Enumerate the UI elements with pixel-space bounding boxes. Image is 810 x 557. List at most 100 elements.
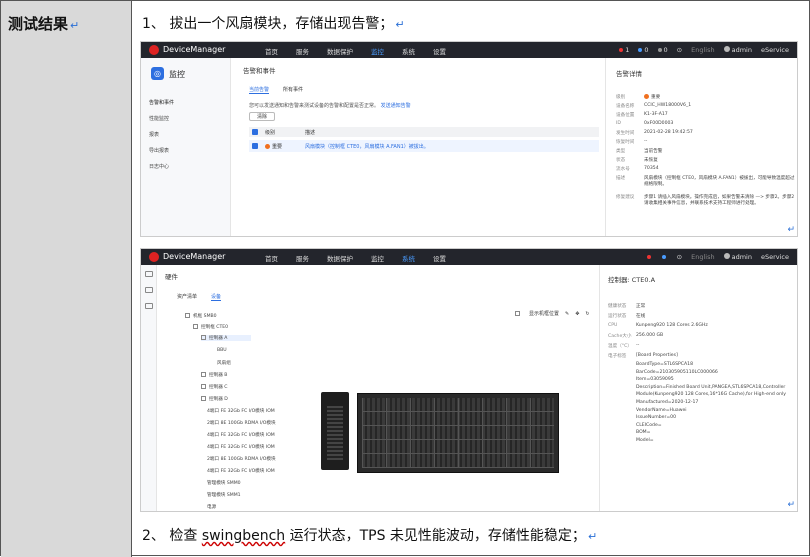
main-nav: 首页 服务 数据保护 监控 系统 设置 [265,253,446,263]
page-title: 硬件 [165,273,178,281]
detail-row: ID 0xF00D0003 [616,121,674,126]
nav-services[interactable]: 服务 [296,253,309,263]
sidebar: ◎ 监控 告警和事件 性能监控 报表 导出报表 日志中心 [141,58,231,236]
severity-icon [265,144,270,149]
detail-row: 健康状态 正常 [608,304,646,309]
detail-row: Cache大小 256.000 GB [608,333,664,339]
help-icon[interactable]: ⊙ [677,253,682,261]
tree-node-selected[interactable]: 控制器 A [201,335,251,341]
paragraph-mark: ↵ [70,19,80,32]
alarm-count[interactable]: 1 [619,46,629,54]
task-count[interactable]: 0 [638,46,649,54]
refresh-icon[interactable]: ↻ [585,311,589,317]
user-menu[interactable]: admin [723,46,752,54]
language-switch[interactable]: English [691,253,714,261]
edit-icon[interactable]: ✎ [565,311,569,317]
tree-node[interactable]: 4端口 FE 32Gb FC I/O模块 IOM [207,468,275,474]
paragraph-mark: ↵ [787,225,795,235]
tree-node[interactable]: BBU [217,348,227,353]
tree-node[interactable]: 电源 [207,504,216,510]
nav-monitor[interactable]: 监控 [371,253,384,263]
show-position-checkbox[interactable] [515,311,520,316]
detail-row: 级别 重要 [616,94,661,100]
nav-settings[interactable]: 设置 [433,46,446,56]
show-position-label: 显示机框位置 [529,311,560,317]
tree-node[interactable]: 控制器 B [201,372,227,378]
tree-node[interactable]: 机框 SMB0 [185,313,217,319]
paragraph-mark: ↵ [787,500,795,510]
tab-devices[interactable]: 设备 [211,293,222,301]
tree-node[interactable]: 管理模块 SMM0 [207,480,241,486]
storage-icon[interactable] [145,287,153,293]
tree-node[interactable]: 4端口 FE 32Gb FC I/O模块 IOM [207,408,275,414]
detail-row: 修复建议 步骤1 请插入风扇模块。操作完成后，如果告警未清除 —> 步骤2。步骤2… [616,195,795,206]
alarm-icon [619,48,624,52]
nav-home[interactable]: 首页 [265,46,278,56]
nav-monitor[interactable]: 监控 [371,46,384,56]
network-icon[interactable] [145,303,153,309]
eservice-link[interactable]: eService [761,46,789,54]
tree-node[interactable]: 控制器 D [201,396,228,402]
nav-settings[interactable]: 设置 [433,253,446,263]
huawei-logo-icon [149,45,159,55]
nav-system[interactable]: 系统 [402,46,415,56]
nav-services[interactable]: 服务 [296,46,309,56]
col-level: 级别 [265,130,276,136]
row-level: 重要 [265,143,282,150]
tree-node[interactable]: 2端口 8E 100Gb RDMA I/O模块 [207,420,276,426]
task-icon[interactable] [661,253,668,261]
screenshot-hardware: DeviceManager 首页 服务 数据保护 监控 系统 设置 ⊙ Engl… [140,248,798,512]
brand-name: DeviceManager [163,45,226,54]
notice-count[interactable]: 0 [657,46,668,54]
tree-node[interactable]: 风扇组 [217,360,231,366]
nav-system[interactable]: 系统 [402,253,415,263]
detail-row: CPU Kunpeng920 128 Cores 2.6GHz [608,323,708,328]
detail-row: 发生时间 2021-02-28 19:42:57 [616,130,693,136]
nav-data-protection[interactable]: 数据保护 [327,253,353,263]
sidebar-item-alarms[interactable]: 告警和事件 [149,99,174,106]
table-row[interactable]: 重要 风扇模块（控制框 CTE0，风扇模块 A.FAN1）被拔出。 [249,140,599,152]
hardware-icon[interactable] [145,271,153,277]
col-description: 描述 [305,130,316,136]
detail-row: 电子标签 [Board Properties] [608,353,678,359]
alarm-tabs: 当前告警 所有事件 [249,86,303,94]
nav-data-protection[interactable]: 数据保护 [327,46,353,56]
clear-button[interactable]: 清除 [249,112,275,121]
page-title: 告警和事件 [243,67,276,75]
sidebar-item-reports[interactable]: 报表 [149,131,159,138]
help-icon[interactable]: ⊙ [677,46,682,54]
tree-node[interactable]: 4端口 FE 32Gb FC I/O模块 IOM [207,444,275,450]
view-toolbar: 显示机框位置 ✎ ✥ ↻ [515,310,590,317]
tree-node[interactable]: 2端口 8E 100Gb RDMA I/O模块 [207,456,276,462]
tree-node[interactable]: 管理模块 SMM1 [207,492,241,498]
row-checkbox[interactable] [252,143,258,149]
monitor-icon: ◎ [151,67,164,80]
hardware-main: 硬件 资产清单 设备 显示机框位置 ✎ ✥ ↻ 机框 SMB0 控制框 CTE0… [157,265,597,511]
alarm-main: 告警和事件 当前告警 所有事件 您可以发送通知和告警来测试设备的告警和配置是否正… [237,58,603,236]
user-menu[interactable]: admin [723,253,752,261]
document-table: 测试结果 ↵ 1、 拔出一个风扇模块，存储出现告警； ↵ DeviceManager… [0,0,810,557]
nav-home[interactable]: 首页 [265,253,278,263]
tree-node[interactable]: 控制框 CTE0 [193,324,228,330]
tree-node[interactable]: 4端口 FE 32Gb FC I/O模块 IOM [207,432,275,438]
tab-all-events[interactable]: 所有事件 [283,86,303,94]
row-description[interactable]: 风扇模块（控制框 CTE0，风扇模块 A.FAN1）被拔出。 [305,143,429,150]
controller-detail-panel: 控制器: CTE0.A 健康状态 正常 运行状态 在线 CPU Kunpeng920 … [599,265,797,511]
sidebar-title: 监控 [169,70,185,79]
send-alarm-link[interactable]: 发送通知告警 [381,103,411,109]
sidebar-item-performance[interactable]: 性能监控 [149,115,169,122]
tab-inventory[interactable]: 资产清单 [177,293,197,301]
avatar [723,46,730,52]
tab-current-alarms[interactable]: 当前告警 [249,86,270,94]
eservice-link[interactable]: eService [761,253,789,261]
sidebar-item-export[interactable]: 导出报表 [149,147,169,154]
top-bar-right: 1 0 0 ⊙ English admin eService [619,46,789,54]
sidebar-item-logs[interactable]: 日志中心 [149,163,169,170]
controller-tower [321,392,349,470]
language-switch[interactable]: English [691,46,714,54]
alarm-icon[interactable] [646,253,653,261]
select-all-checkbox[interactable] [252,129,258,135]
tree-node[interactable]: 控制器 C [201,384,227,390]
move-icon[interactable]: ✥ [575,311,579,317]
detail-title: 控制器: CTE0.A [608,276,656,284]
